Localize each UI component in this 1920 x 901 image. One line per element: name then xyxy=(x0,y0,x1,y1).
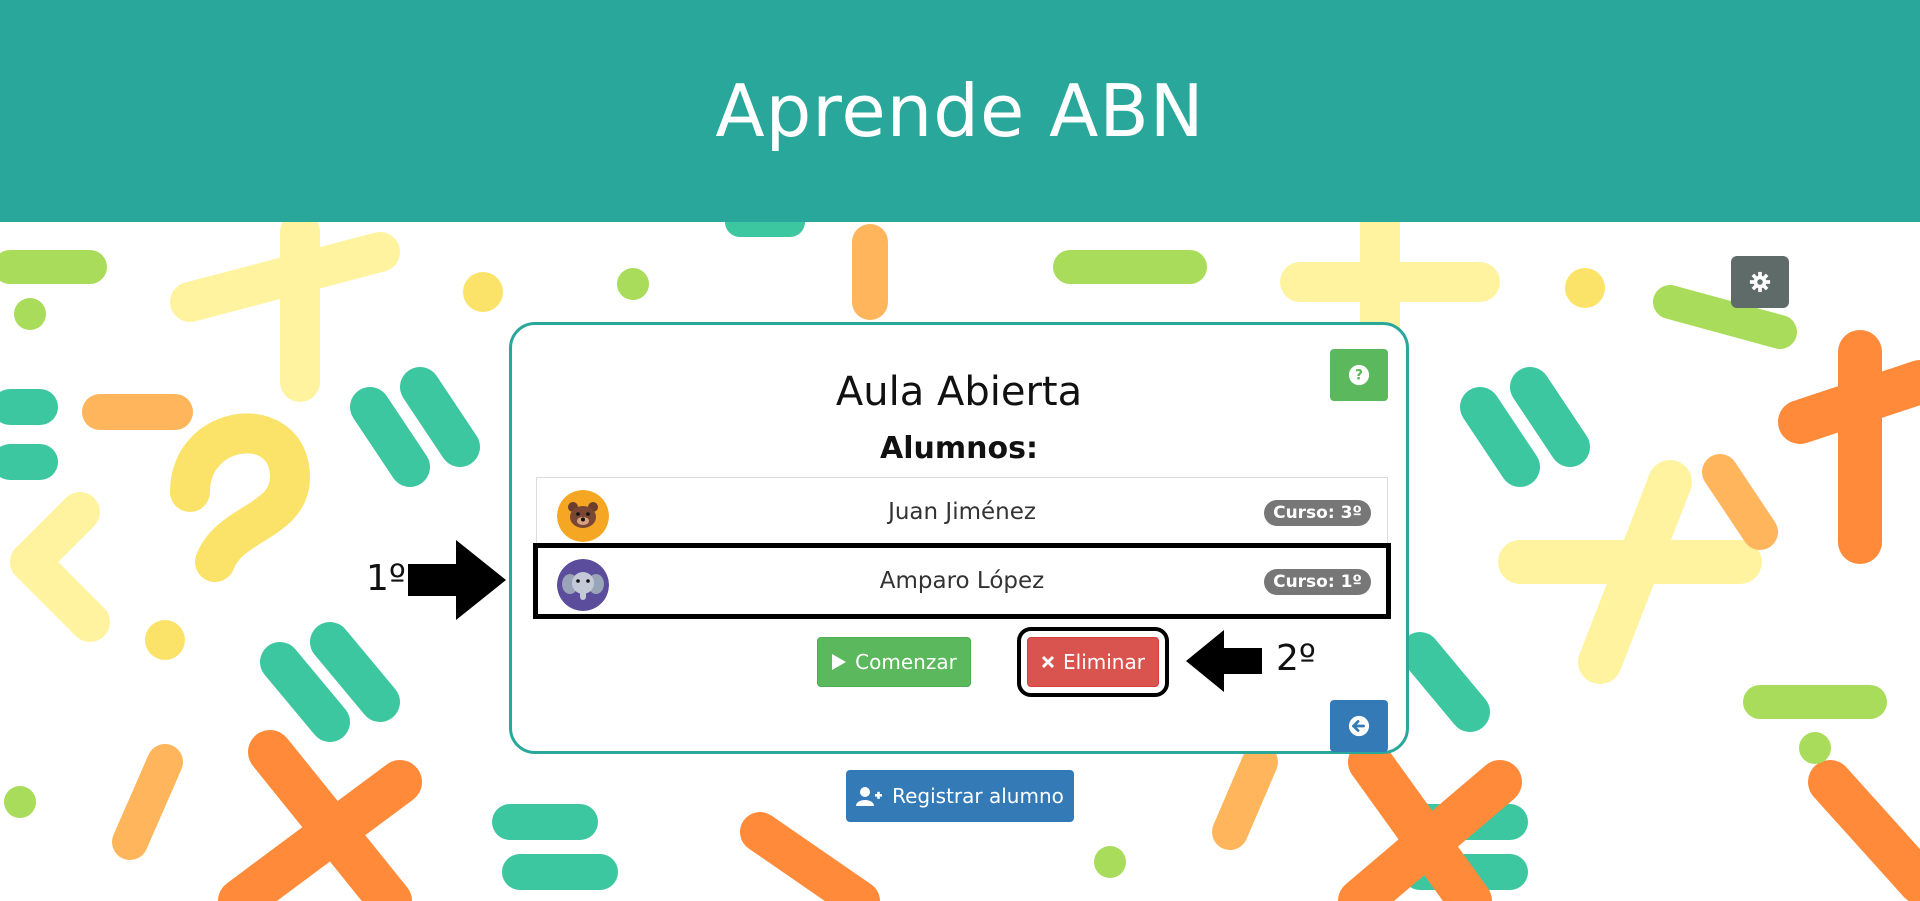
card-title: Aula Abierta xyxy=(835,369,1083,415)
settings-button[interactable] xyxy=(1731,256,1789,308)
times-icon xyxy=(1041,655,1055,669)
student-name: Juan Jiménez xyxy=(888,499,1036,525)
delete-button[interactable]: Eliminar xyxy=(1027,637,1159,687)
start-button[interactable]: Comenzar xyxy=(817,637,971,687)
register-student-button[interactable]: Registrar alumno xyxy=(846,770,1074,822)
arrow-left-circle-icon xyxy=(1348,715,1370,737)
classroom-card: ? Aula Abierta Alumnos: Juan Jiménez Cur… xyxy=(509,322,1409,754)
app-header: Aprende ABN xyxy=(0,0,1920,222)
register-button-label: Registrar alumno xyxy=(892,784,1064,808)
bear-avatar xyxy=(557,490,609,542)
step-1-label: 1º xyxy=(366,558,406,599)
elephant-avatar xyxy=(557,559,609,611)
play-icon xyxy=(832,654,847,670)
gear-icon xyxy=(1749,271,1771,293)
students-list: Juan Jiménez Curso: 3º Amparo López Curs… xyxy=(533,477,1391,619)
app-title: Aprende ABN xyxy=(715,69,1205,153)
user-plus-icon xyxy=(856,787,883,806)
step-2-label: 2º xyxy=(1276,638,1316,679)
back-button[interactable] xyxy=(1330,700,1388,752)
students-heading: Alumnos: xyxy=(880,431,1038,466)
student-row[interactable]: Juan Jiménez Curso: 3º xyxy=(537,478,1387,547)
student-name: Amparo López xyxy=(879,568,1045,594)
arrow-right-icon xyxy=(408,540,506,620)
start-button-label: Comenzar xyxy=(855,650,957,674)
student-row-selected[interactable]: Amparo López Curso: 1º xyxy=(533,543,1391,619)
arrow-left-icon xyxy=(1186,630,1262,692)
course-badge: Curso: 3º xyxy=(1264,500,1371,526)
delete-button-label: Eliminar xyxy=(1063,650,1145,674)
course-badge: Curso: 1º xyxy=(1264,569,1371,595)
